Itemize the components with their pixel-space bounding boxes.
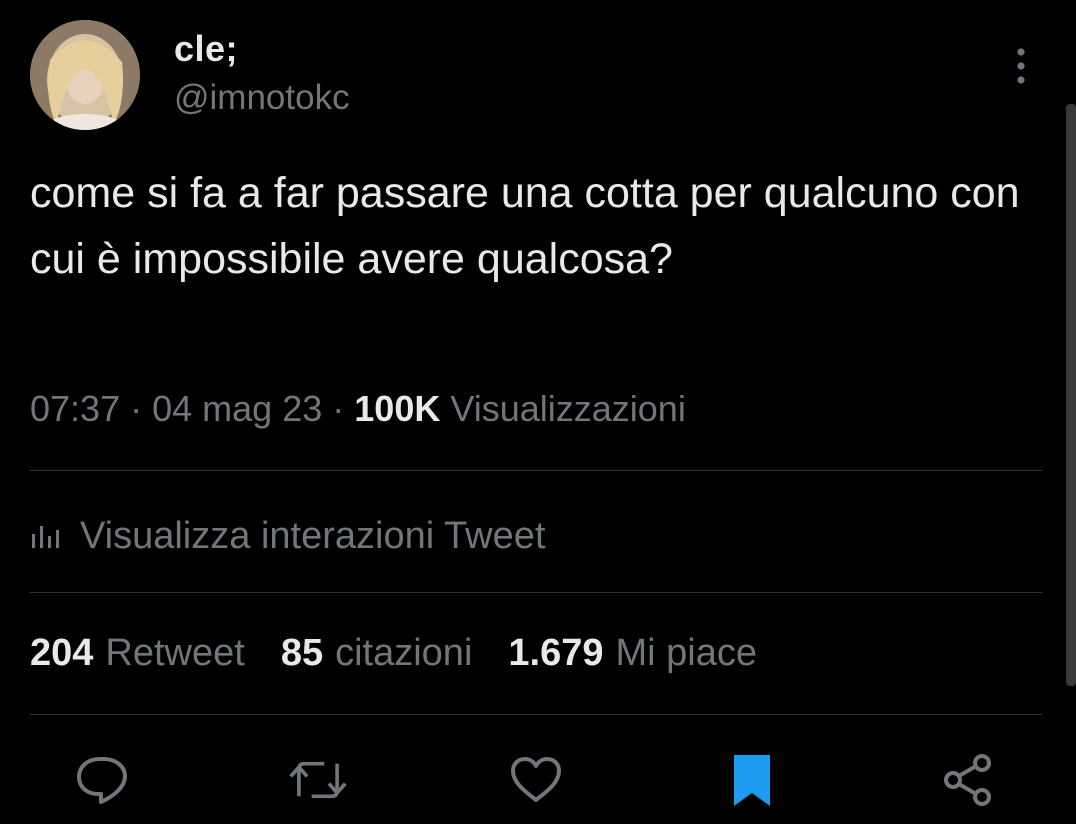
share-icon <box>944 754 991 806</box>
quotes-stat[interactable]: 85 citazioni <box>281 632 473 675</box>
view-tweet-interactions[interactable]: Visualizza interazioni Tweet <box>30 508 545 564</box>
reply-icon <box>77 757 127 804</box>
meta-separator: · <box>130 388 143 429</box>
likes-stat[interactable]: 1.679 Mi piace <box>508 632 757 675</box>
likes-label: Mi piace <box>615 632 757 674</box>
divider <box>30 592 1042 593</box>
bookmark-icon <box>734 755 770 806</box>
retweets-label: Retweet <box>105 632 245 674</box>
quotes-count: 85 <box>280 632 324 674</box>
interactions-label: Visualizza interazioni Tweet <box>80 514 546 557</box>
avatar-image <box>30 20 140 130</box>
bookmark-button[interactable] <box>722 750 782 810</box>
tweet-stats: 204 Retweet 85 citazioni 1.679 Mi piace <box>30 632 793 675</box>
retweets-count: 204 <box>30 632 94 674</box>
views-label: Visualizzazioni <box>450 388 686 429</box>
share-button[interactable] <box>938 750 998 810</box>
quotes-label: citazioni <box>335 632 473 674</box>
more-vertical-icon <box>1017 48 1025 84</box>
divider <box>30 470 1042 471</box>
likes-count: 1.679 <box>508 632 604 674</box>
avatar[interactable] <box>30 20 140 130</box>
more-options-button[interactable] <box>1004 46 1038 86</box>
tweet-meta: 07:37 · 04 mag 23 · 100K Visualizzazioni <box>30 388 686 430</box>
tweet-detail: cle; @imnotokc come si fa a far passare … <box>0 0 1076 824</box>
retweets-stat[interactable]: 204 Retweet <box>30 632 245 675</box>
views-count: 100K <box>354 388 441 429</box>
tweet-text: come si fa a far passare una cotta per q… <box>30 169 1020 283</box>
heart-icon <box>511 757 561 802</box>
retweet-button[interactable] <box>288 750 348 810</box>
analytics-bars-icon <box>30 522 62 550</box>
tweet-actions <box>0 750 1076 816</box>
tweet-time[interactable]: 07:37 <box>30 388 120 429</box>
like-button[interactable] <box>506 750 566 810</box>
divider <box>30 714 1042 715</box>
retweet-icon <box>289 761 347 799</box>
scrollbar[interactable] <box>1066 104 1076 686</box>
display-name[interactable]: cle; <box>174 28 238 70</box>
reply-button[interactable] <box>72 750 132 810</box>
meta-separator: · <box>332 388 345 429</box>
user-handle[interactable]: @imnotokc <box>174 78 350 118</box>
tweet-date[interactable]: 04 mag 23 <box>152 388 322 429</box>
